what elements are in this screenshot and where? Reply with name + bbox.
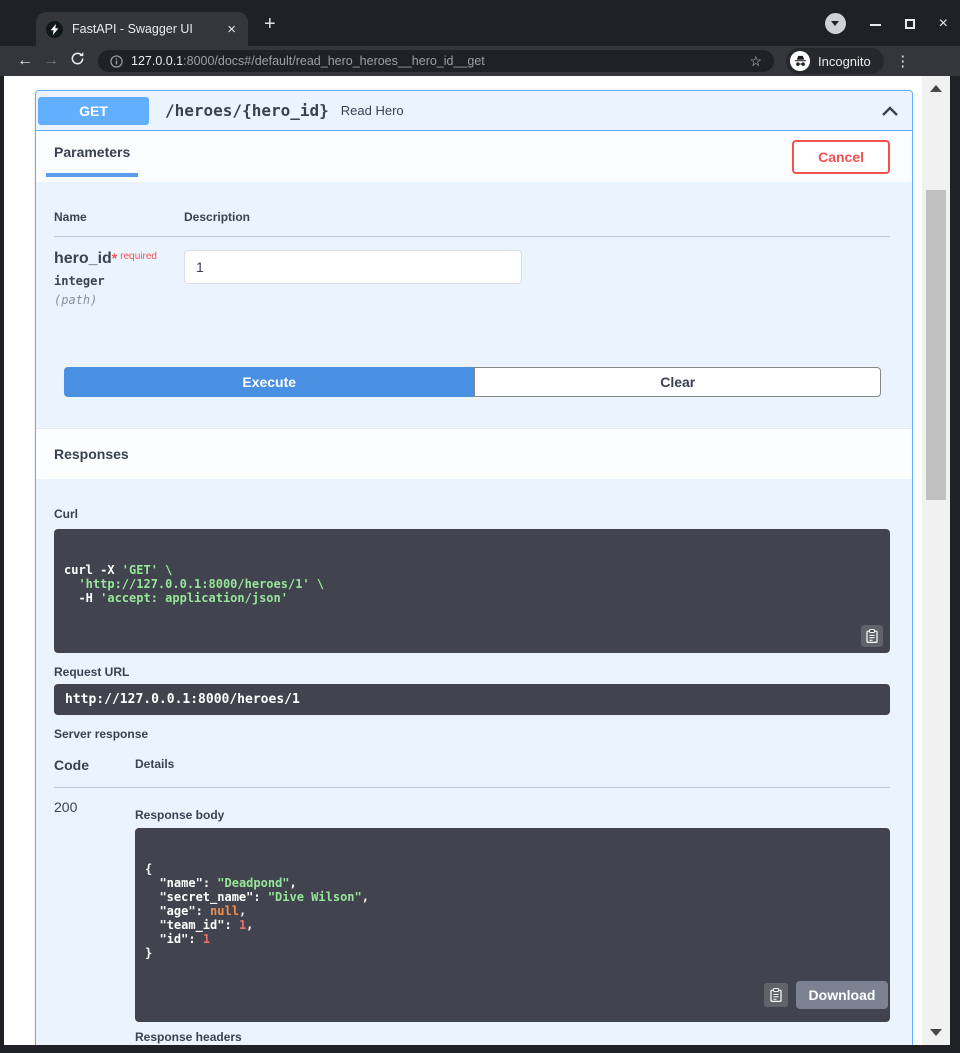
fastapi-favicon-icon	[46, 21, 63, 38]
window-controls: ×	[825, 13, 948, 34]
reload-button[interactable]	[64, 51, 90, 71]
browser-window: { "browser": { "tab": { "title": "FastAP…	[0, 0, 960, 1053]
scrollbar-down-arrow-icon[interactable]	[930, 1029, 942, 1036]
parameter-type: integer	[54, 274, 184, 288]
code-column-header: Code	[54, 757, 135, 773]
url-path: :8000/docs#/default/read_hero_heroes__he…	[183, 54, 485, 68]
clear-button[interactable]: Clear	[474, 367, 881, 397]
responses-section-header: Responses	[36, 428, 912, 479]
browser-tab[interactable]: FastAPI - Swagger UI ×	[36, 12, 248, 46]
incognito-badge: Incognito	[786, 48, 884, 74]
parameter-name-cell: hero_id*required integer (path)	[54, 250, 184, 307]
url-bar[interactable]: 127.0.0.1:8000/docs#/default/read_hero_h…	[98, 50, 774, 72]
required-asterisk: *	[112, 250, 117, 266]
incognito-icon	[790, 51, 810, 71]
parameter-name: hero_id*required	[54, 250, 184, 268]
responses-section: Curl curl -X 'GET' \ 'http://127.0.0.1:8…	[36, 479, 912, 1045]
execute-button[interactable]: Execute	[64, 367, 474, 397]
curl-label: Curl	[54, 507, 890, 521]
response-headers-label: Response headers	[135, 1030, 890, 1044]
scrollbar-thumb[interactable]	[926, 190, 946, 500]
back-button[interactable]: ←	[12, 52, 38, 70]
execute-button-group: Execute Clear	[64, 367, 881, 397]
url-host: 127.0.0.1	[131, 54, 183, 68]
endpoint-path: /heroes/{hero_id}	[165, 101, 329, 120]
parameter-value-cell	[184, 250, 522, 307]
response-body-label: Response body	[135, 808, 890, 822]
browser-menu-icon[interactable]: ⋮	[893, 52, 913, 70]
method-badge: GET	[38, 97, 149, 125]
details-column-header: Details	[135, 757, 174, 773]
scrollbar-up-arrow-icon[interactable]	[930, 85, 942, 92]
curl-command-block: curl -X 'GET' \ 'http://127.0.0.1:8000/h…	[54, 529, 890, 653]
parameters-section: Name Description hero_id*required intege…	[36, 182, 912, 428]
copy-response-button[interactable]	[764, 983, 788, 1007]
maximize-button[interactable]	[905, 19, 915, 29]
bookmark-star-icon[interactable]: ☆	[749, 53, 762, 70]
opblock-get-hero: GET /heroes/{hero_id} Read Hero Paramete…	[35, 90, 913, 1045]
parameter-location: (path)	[54, 293, 184, 307]
tab-bar: FastAPI - Swagger UI × + ×	[0, 0, 960, 46]
url-text: 127.0.0.1:8000/docs#/default/read_hero_h…	[131, 54, 485, 68]
chrome-menu-circle-icon[interactable]	[825, 13, 846, 34]
request-url-block: http://127.0.0.1:8000/heroes/1	[54, 684, 890, 715]
window-close-button[interactable]: ×	[939, 17, 948, 31]
hero-id-input[interactable]	[184, 250, 522, 284]
parameters-tab-row: Parameters Cancel	[36, 131, 912, 182]
forward-button[interactable]: →	[38, 52, 64, 70]
server-response-label: Server response	[54, 727, 890, 741]
parameters-table-header: Name Description	[54, 182, 890, 237]
minimize-button[interactable]	[870, 24, 881, 26]
response-details-cell: Response body { "name": "Deadpond", "sec…	[135, 799, 890, 1045]
new-tab-button[interactable]: +	[264, 13, 276, 36]
response-body-block: { "name": "Deadpond", "secret_name": "Di…	[135, 828, 890, 1022]
collapse-chevron-up-icon[interactable]	[880, 105, 900, 117]
response-status-code: 200	[54, 799, 135, 1045]
opblock-header[interactable]: GET /heroes/{hero_id} Read Hero	[36, 91, 912, 131]
parameter-row: hero_id*required integer (path)	[54, 237, 890, 307]
cancel-button[interactable]: Cancel	[792, 140, 890, 174]
incognito-label: Incognito	[818, 54, 871, 69]
tab-close-icon[interactable]: ×	[225, 21, 238, 38]
name-column-header: Name	[54, 210, 184, 224]
tab-title: FastAPI - Swagger UI	[72, 22, 225, 36]
swagger-page: GET /heroes/{hero_id} Read Hero Paramete…	[4, 76, 922, 1045]
description-column-header: Description	[184, 210, 250, 224]
required-label: required	[120, 251, 157, 262]
copy-curl-button[interactable]	[861, 625, 883, 647]
request-url-label: Request URL	[54, 665, 890, 679]
page-scrollbar[interactable]	[922, 76, 950, 1045]
server-response-row: 200 Response body { "name": "Deadpond", …	[54, 788, 890, 1045]
download-button[interactable]: Download	[796, 981, 888, 1009]
server-response-table-header: Code Details	[54, 757, 890, 788]
endpoint-summary: Read Hero	[341, 103, 404, 118]
browser-toolbar: ← → 127.0.0.1:8000/docs#/default/read_he…	[0, 46, 960, 76]
page-info-icon[interactable]	[110, 55, 123, 68]
tab-parameters[interactable]: Parameters	[46, 131, 138, 177]
